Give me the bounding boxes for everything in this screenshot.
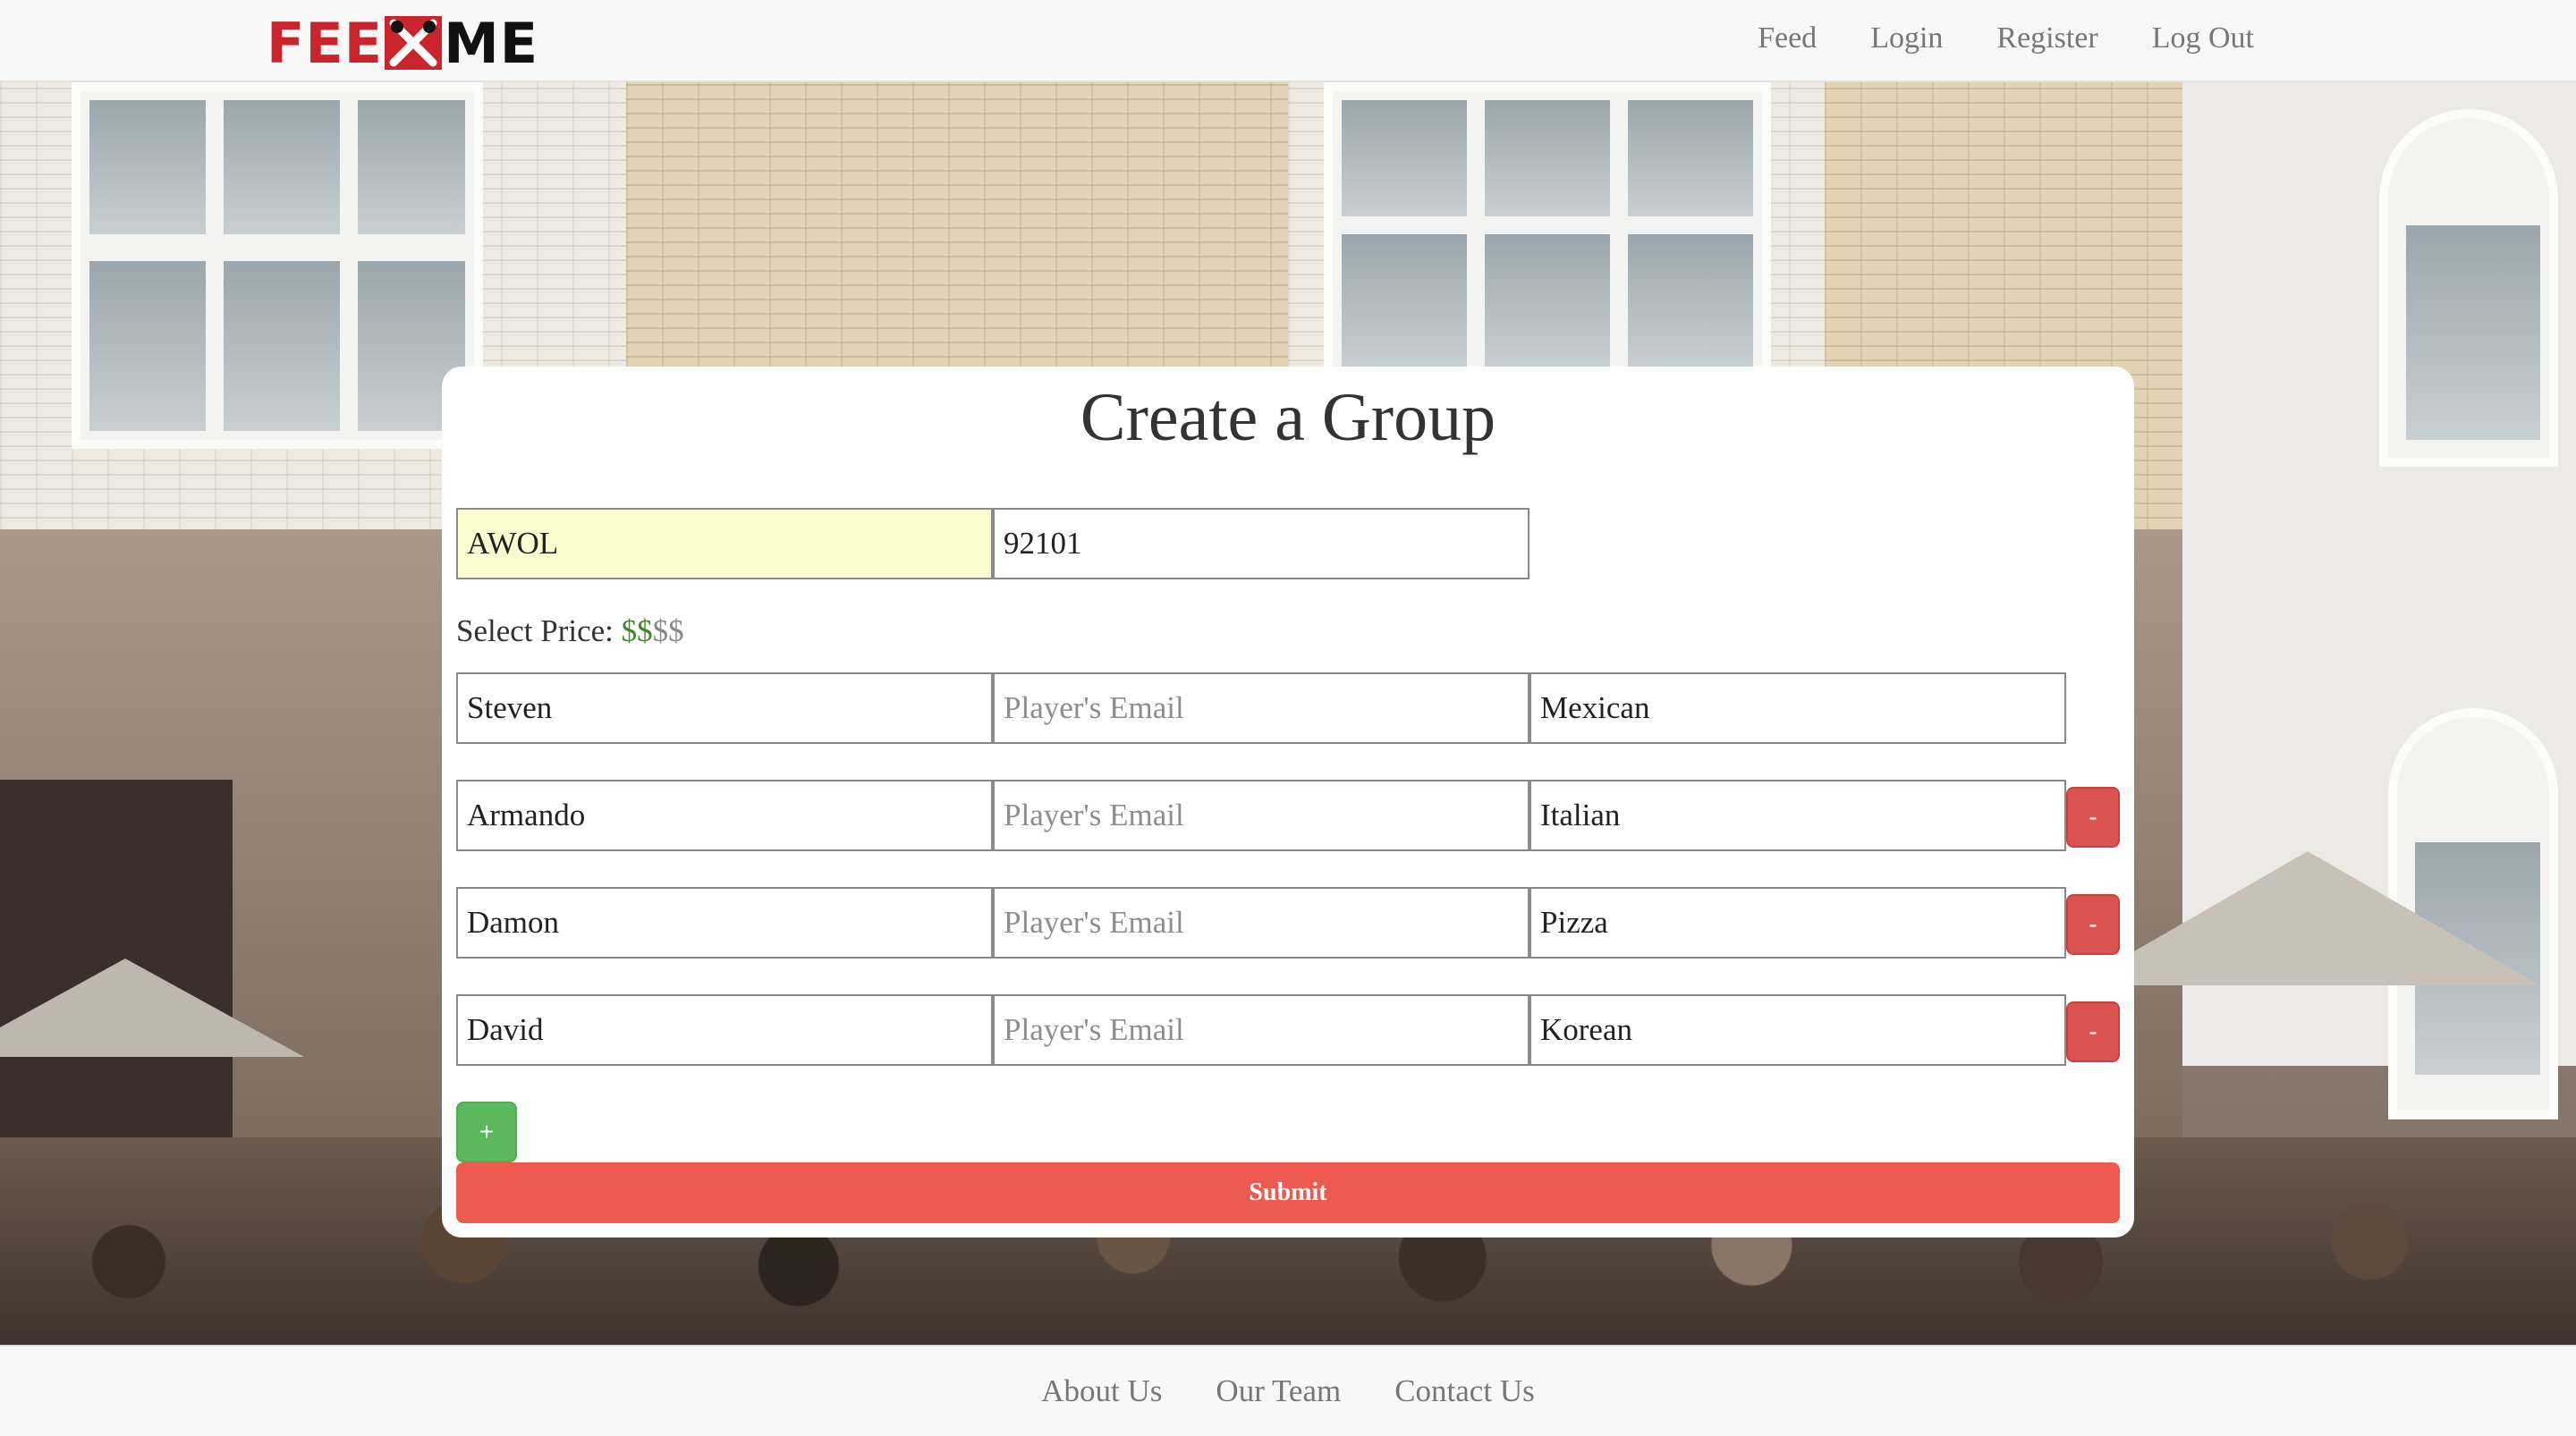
price-label: Select Price: xyxy=(456,613,614,648)
price-selected[interactable]: $$ xyxy=(622,613,653,648)
player-name-input[interactable] xyxy=(456,780,993,851)
logo-text-left: FEE xyxy=(267,10,384,76)
player-email-input[interactable] xyxy=(993,672,1530,744)
player-cuisine-input[interactable] xyxy=(1530,780,2066,851)
nav-link-logout[interactable]: Log Out xyxy=(2152,21,2254,55)
crossed-utensils-icon xyxy=(385,16,443,70)
create-group-card: Create a Group Select Price: $$$$ - - - … xyxy=(442,367,2134,1237)
price-selector: Select Price: $$$$ xyxy=(456,613,684,649)
navbar: FEE ME Feed Login Register Log Out xyxy=(0,0,2576,82)
feedme-logo[interactable]: FEE ME xyxy=(267,11,538,76)
remove-player-button[interactable]: - xyxy=(2066,894,2120,955)
logo-text-right: ME xyxy=(444,10,539,76)
player-cuisine-input[interactable] xyxy=(1530,887,2066,959)
player-name-input[interactable] xyxy=(456,887,993,959)
remove-player-button[interactable]: - xyxy=(2066,1001,2120,1062)
price-unselected[interactable]: $$ xyxy=(653,613,684,648)
player-cuisine-input[interactable] xyxy=(1530,672,2066,744)
player-email-input[interactable] xyxy=(993,994,1530,1066)
page-title: Create a Group xyxy=(1080,380,1496,455)
submit-button[interactable]: Submit xyxy=(456,1162,2120,1223)
player-cuisine-input[interactable] xyxy=(1530,994,2066,1066)
zip-code-input[interactable] xyxy=(993,508,1530,579)
nav-links: Feed Login Register Log Out xyxy=(1758,0,2254,77)
player-email-input[interactable] xyxy=(993,887,1530,959)
player-email-input[interactable] xyxy=(993,780,1530,851)
remove-player-button[interactable]: - xyxy=(2066,787,2120,848)
footer-link-contact[interactable]: Contact Us xyxy=(1394,1373,1535,1409)
nav-link-feed[interactable]: Feed xyxy=(1758,21,1817,55)
footer: About Us Our Team Contact Us xyxy=(0,1345,2576,1436)
group-name-input[interactable] xyxy=(456,508,993,579)
player-name-input[interactable] xyxy=(456,994,993,1066)
player-name-input[interactable] xyxy=(456,672,993,744)
nav-link-register[interactable]: Register xyxy=(1996,21,2097,55)
nav-link-login[interactable]: Login xyxy=(1870,21,1943,55)
footer-link-team[interactable]: Our Team xyxy=(1216,1373,1341,1409)
add-player-button[interactable]: + xyxy=(456,1102,517,1162)
footer-link-about[interactable]: About Us xyxy=(1041,1373,1162,1409)
